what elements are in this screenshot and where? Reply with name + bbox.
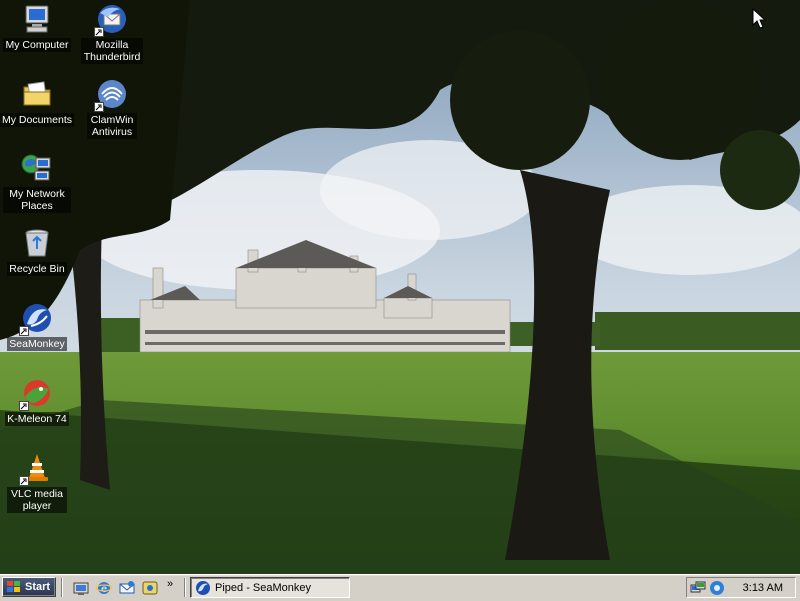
- desktop-icon-label: My Network Places: [3, 187, 71, 213]
- desktop-icon-label: Mozilla Thunderbird: [81, 38, 143, 64]
- quick-launch-windows-media[interactable]: [141, 579, 159, 597]
- clock[interactable]: 3:13 AM: [743, 582, 783, 594]
- my-computer-icon: [21, 3, 53, 35]
- quick-launch-outlook-express[interactable]: [118, 579, 136, 597]
- start-button[interactable]: Start: [2, 577, 56, 597]
- seamonkey-icon: [196, 580, 210, 595]
- shortcut-arrow-icon: [19, 326, 29, 336]
- taskbar: Start e » Piped - SeaMonkey 3:13 AM: [0, 574, 800, 601]
- desktop-icon-vlc[interactable]: VLC media player: [0, 452, 75, 513]
- outlook-express-icon: [119, 581, 135, 594]
- desktop-icon-label: My Documents: [0, 113, 75, 127]
- desktop-icon-my-documents[interactable]: My Documents: [0, 78, 75, 127]
- quick-launch-more-chevron[interactable]: »: [167, 578, 173, 590]
- thunderbird-icon: [94, 3, 128, 37]
- start-label: Start: [25, 581, 51, 593]
- desktop-icon-label: SeaMonkey: [7, 337, 67, 351]
- system-tray: 3:13 AM: [686, 577, 796, 598]
- task-button-label: Piped - SeaMonkey: [215, 581, 311, 594]
- quick-launch-internet-explorer[interactable]: e: [95, 579, 113, 597]
- desktop-icon-my-computer[interactable]: My Computer: [0, 3, 75, 52]
- mouse-cursor-icon: [752, 8, 766, 29]
- desktop-icon-k-meleon[interactable]: K-Meleon 74: [0, 377, 75, 426]
- my-documents-icon: [21, 78, 53, 110]
- task-button-seamonkey[interactable]: Piped - SeaMonkey: [190, 577, 350, 598]
- k-meleon-icon: [19, 377, 53, 411]
- clamwin-icon: [94, 78, 128, 112]
- recycle-bin-icon: [21, 227, 53, 259]
- show-desktop-icon: [73, 582, 89, 595]
- desktop-icon-thunderbird[interactable]: Mozilla Thunderbird: [74, 3, 150, 64]
- start-logo-icon: [7, 581, 20, 592]
- desktop-icon-label: My Computer: [3, 38, 71, 52]
- desktop-icon-label: K-Meleon 74: [5, 412, 69, 426]
- network-places-icon: [21, 152, 53, 184]
- quick-launch-show-desktop[interactable]: [72, 579, 90, 597]
- shortcut-arrow-icon: [19, 476, 29, 486]
- desktop-icon-label: Recycle Bin: [7, 262, 67, 276]
- network-tray-icon[interactable]: [690, 580, 706, 596]
- desktop-icon-label: ClamWin Antivirus: [87, 113, 137, 139]
- audio-tray-icon[interactable]: [709, 580, 725, 596]
- desktop-icon-clamwin[interactable]: ClamWin Antivirus: [74, 78, 150, 139]
- shortcut-arrow-icon: [19, 401, 29, 411]
- shortcut-arrow-icon: [94, 27, 104, 37]
- desktop-icon-recycle-bin[interactable]: Recycle Bin: [0, 227, 75, 276]
- seamonkey-icon: [19, 302, 53, 336]
- taskbar-separator: [61, 578, 63, 597]
- desktop-icon-label: VLC media player: [7, 487, 67, 513]
- internet-explorer-icon: e: [96, 582, 112, 595]
- taskbar-separator: [184, 578, 186, 597]
- shortcut-arrow-icon: [94, 102, 104, 112]
- windows-media-icon: [142, 581, 158, 595]
- desktop-icon-my-network-places[interactable]: My Network Places: [0, 152, 75, 213]
- desktop-icon-seamonkey[interactable]: SeaMonkey: [0, 302, 75, 351]
- vlc-icon: [19, 452, 53, 486]
